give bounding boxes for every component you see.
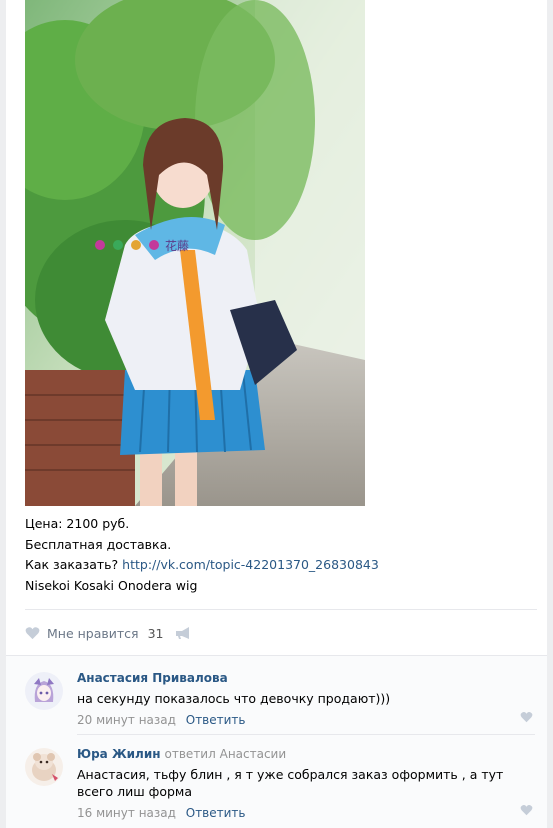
comment-body: Анастасия Привалова на секунду показалос… [77, 669, 537, 729]
heart-icon [25, 627, 40, 640]
replied-label: ответил Анастасии [165, 747, 287, 761]
comment-meta: 16 минут назад Ответить [77, 805, 537, 822]
avatar[interactable] [25, 748, 63, 786]
comment-text: Анастасия, тьфу блин , я т уже собрался … [77, 767, 504, 799]
comment-author[interactable]: Юра Жилин [77, 747, 161, 761]
comment-time[interactable]: 16 минут назад [77, 806, 176, 820]
avatar[interactable] [25, 672, 63, 710]
post-delivery: Бесплатная доставка. [25, 536, 172, 552]
post-photo-image: 花藤 [25, 0, 365, 506]
post-order-prefix: Как заказать? [25, 557, 119, 572]
reply-button[interactable]: Ответить [186, 806, 246, 820]
reply-button[interactable]: Ответить [186, 713, 246, 727]
replied-verb: ответил [164, 747, 216, 761]
avatar-image [25, 748, 63, 786]
comment-meta: 20 минут назад Ответить [77, 712, 537, 729]
avatar-image [25, 672, 63, 710]
post-order-link[interactable]: http://vk.com/topic-42201370_26830843 [122, 557, 379, 572]
post-divider [25, 609, 537, 610]
post-order-line: Как заказать? http://vk.com/topic-422013… [25, 555, 525, 576]
like-button[interactable]: Мне нравится 31 [25, 626, 163, 641]
reply-to-link[interactable]: Анастасии [220, 747, 287, 761]
comment-like-icon[interactable] [520, 711, 533, 723]
comment-like-icon[interactable] [520, 804, 533, 816]
comment-author[interactable]: Анастасия Привалова [77, 671, 228, 685]
comment-text: на секунду показалось что девочку продаю… [77, 691, 391, 706]
post-actions: Мне нравится 31 [25, 624, 191, 642]
post-product: Nisekoi Kosaki Onodera wig [25, 577, 198, 593]
comment-time[interactable]: 20 минут назад [77, 713, 176, 727]
post-price: Цена: 2100 руб. [25, 516, 130, 531]
like-label: Мне нравится [47, 625, 139, 641]
watermark-text: 花藤 [165, 238, 189, 253]
post-photo[interactable]: 花藤 [25, 0, 365, 506]
comment-body: Юра Жилин ответил Анастасии Анастасия, т… [77, 745, 537, 822]
post-text: Цена: 2100 руб. Бесплатная доставка. Как… [25, 514, 525, 596]
comment-divider [77, 734, 535, 735]
like-count[interactable]: 31 [148, 626, 164, 641]
share-icon[interactable] [175, 626, 191, 640]
page-right-gutter [547, 0, 553, 828]
